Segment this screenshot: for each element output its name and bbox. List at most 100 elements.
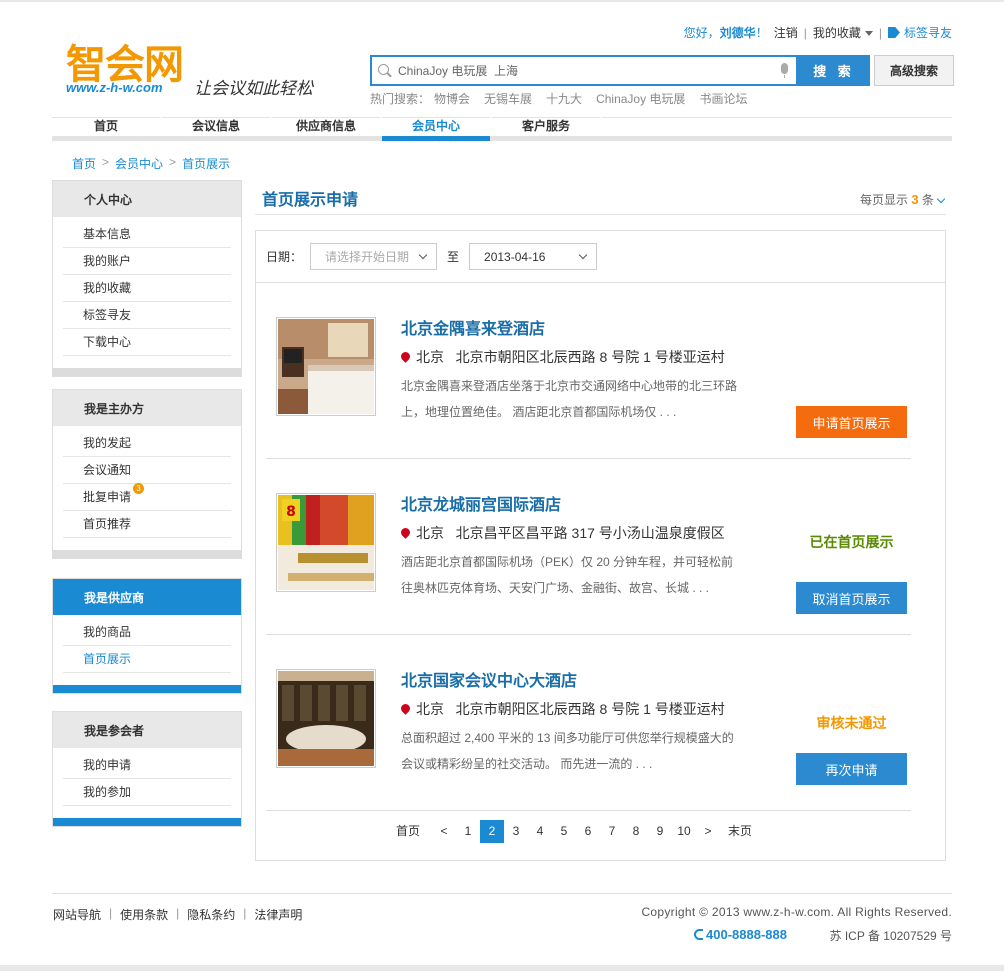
hotel-city: 北京: [416, 525, 444, 541]
cancel-home-display-button[interactable]: 取消首页展示: [796, 582, 907, 614]
search-button[interactable]: 搜 索: [798, 55, 870, 86]
sidebar-item-downloads[interactable]: 下载中心: [63, 329, 231, 356]
pager-page[interactable]: 7: [600, 820, 624, 843]
footer-divider: [52, 893, 952, 894]
footer-link-sitemap[interactable]: 网站导航: [53, 906, 101, 923]
pager-page[interactable]: 9: [648, 820, 672, 843]
application-panel: 日期： 请选择开始日期 至 2013-04-16 北京金隅喜来登酒店 北京 北京…: [255, 230, 946, 861]
pager-page[interactable]: 8: [624, 820, 648, 843]
site-logo[interactable]: 智会网 www.z-h-w.com 让会议如此轻松: [66, 30, 336, 100]
hotel-thumbnail[interactable]: 8: [276, 493, 376, 592]
sidebar-item-account[interactable]: 我的账户: [63, 248, 231, 275]
hotel-address: 北京 北京昌平区昌平路 317 号小汤山温泉度假区: [399, 523, 725, 543]
sidebar-section-footer: [53, 685, 241, 693]
per-page-label: 每页显示: [860, 193, 909, 207]
pager-prev[interactable]: <: [432, 820, 456, 843]
favorites-dropdown[interactable]: 我的收藏: [813, 24, 873, 41]
chevron-down-icon: [578, 250, 588, 259]
hotel-description: 总面积超过 2,400 平米的 13 间多功能厅可供您举行规模盛大的会议或精彩纷…: [401, 731, 734, 771]
divider: |: [878, 25, 882, 40]
sidebar-item-approval[interactable]: 批复申请 3: [63, 483, 231, 511]
start-date-picker[interactable]: 请选择开始日期: [310, 243, 438, 270]
mic-icon[interactable]: [781, 63, 788, 78]
nav-home[interactable]: 首页: [52, 117, 162, 136]
pager-first[interactable]: 首页: [396, 820, 420, 843]
hotline-number: 400-8888-888: [706, 927, 787, 942]
pagination: 首页 < 1 2 3 4 5 6 7 8 9 10 > 末页: [396, 820, 752, 843]
hotel-name[interactable]: 北京金隅喜来登酒店: [401, 315, 545, 339]
hotel-name[interactable]: 北京国家会议中心大酒店: [401, 667, 577, 691]
hot-search-link[interactable]: 无锡车展: [484, 90, 532, 107]
pager-page[interactable]: 4: [528, 820, 552, 843]
nav-member-center[interactable]: 会员中心: [382, 117, 492, 141]
sidebar-item-my-applications[interactable]: 我的申请: [63, 752, 231, 779]
main-nav: 首页 会议信息 供应商信息 会员中心 客户服务: [52, 117, 952, 141]
pager-page[interactable]: 1: [456, 820, 480, 843]
sidebar-item-tag-friends[interactable]: 标签寻友: [63, 302, 231, 329]
hotel-thumbnail[interactable]: [276, 317, 376, 416]
chevron-down-icon: [936, 194, 946, 204]
sidebar-section-supplier: 我是供应商 我的商品 首页展示: [52, 578, 242, 694]
pager-last[interactable]: 末页: [728, 820, 752, 843]
bottom-border: [0, 965, 1004, 971]
list-item: 北京金隅喜来登酒店 北京 北京市朝阳区北辰西路 8 号院 1 号楼亚运村 北京金…: [266, 283, 911, 459]
search-box: [370, 55, 798, 86]
hotel-description: 酒店距北京首都国际机场（PEK）仅 20 分钟车程，并可轻松前往奥林匹克体育场、…: [401, 555, 734, 595]
breadcrumb-home[interactable]: 首页: [72, 155, 96, 172]
reapply-button[interactable]: 再次申请: [796, 753, 907, 785]
footer-link-legal[interactable]: 法律声明: [254, 906, 302, 923]
breadcrumb-current[interactable]: 首页展示: [182, 155, 230, 172]
sidebar-item-home-display[interactable]: 首页展示: [63, 646, 231, 673]
sidebar-item-home-recommend[interactable]: 首页推荐: [63, 511, 231, 538]
greeting: 您好，刘德华！: [683, 26, 768, 40]
nav-suppliers[interactable]: 供应商信息: [272, 117, 382, 136]
hot-search-link[interactable]: ChinaJoy 电玩展: [596, 90, 685, 107]
sidebar-section-footer: [53, 550, 241, 558]
logout-link[interactable]: 注销: [774, 24, 798, 41]
divider: [255, 214, 946, 215]
pager-page[interactable]: 10: [672, 820, 696, 843]
sidebar-item-my-products[interactable]: 我的商品: [63, 619, 231, 646]
apply-home-display-button[interactable]: 申请首页展示: [796, 406, 907, 438]
hotline: 400-8888-888: [694, 927, 787, 942]
pager-page[interactable]: 5: [552, 820, 576, 843]
hotel-name[interactable]: 北京龙城丽宫国际酒店: [401, 491, 561, 515]
hot-search-link[interactable]: 书画论坛: [699, 90, 747, 107]
divider: |: [109, 906, 113, 920]
sidebar-section-title: 个人中心: [53, 181, 241, 217]
nav-meetings[interactable]: 会议信息: [162, 117, 272, 136]
pager-next[interactable]: >: [696, 820, 720, 843]
sidebar-item-my-participation[interactable]: 我的参加: [63, 779, 231, 806]
end-date-picker[interactable]: 2013-04-16: [469, 243, 598, 270]
logo-url: www.z-h-w.com: [66, 80, 163, 95]
footer-link-privacy[interactable]: 隐私条约: [187, 906, 235, 923]
pager-page[interactable]: 6: [576, 820, 600, 843]
username[interactable]: 刘德华: [720, 26, 756, 40]
hotel-room-image: [278, 319, 374, 414]
date-filter: 日期： 请选择开始日期 至 2013-04-16: [256, 231, 945, 283]
search-input[interactable]: [372, 57, 752, 84]
footer-link-terms[interactable]: 使用条款: [120, 906, 168, 923]
hot-search-link[interactable]: 十九大: [546, 90, 582, 107]
hot-search-link[interactable]: 物博会: [434, 90, 470, 107]
nav-customer-service[interactable]: 客户服务: [492, 117, 602, 136]
sidebar-item-meeting-notice[interactable]: 会议通知: [63, 457, 231, 484]
tag-friends-link[interactable]: 标签寻友: [887, 24, 952, 41]
sidebar-item-basic-info[interactable]: 基本信息: [63, 221, 231, 248]
search-icon: [378, 64, 389, 75]
breadcrumb-separator: >: [102, 155, 110, 169]
breadcrumb-member-center[interactable]: 会员中心: [115, 155, 163, 172]
per-page-value: 3: [911, 192, 919, 207]
per-page-selector[interactable]: 每页显示 3 条: [860, 191, 946, 208]
hotel-street: 北京昌平区昌平路 317 号小汤山温泉度假区: [455, 525, 725, 541]
advanced-search-button[interactable]: 高级搜索: [874, 55, 954, 86]
icp-license: 苏 ICP 备 10207529 号: [829, 929, 952, 943]
sidebar-item-my-initiated[interactable]: 我的发起: [63, 430, 231, 457]
pager-page[interactable]: 3: [504, 820, 528, 843]
hotel-thumbnail[interactable]: [276, 669, 376, 768]
hotel-street: 北京市朝阳区北辰西路 8 号院 1 号楼亚运村: [455, 349, 725, 365]
location-pin-icon: [399, 702, 412, 715]
pager-page-current[interactable]: 2: [480, 820, 505, 843]
hot-searches: 热门搜索： 物博会 无锡车展 十九大 ChinaJoy 电玩展 书画论坛: [370, 90, 747, 107]
sidebar-item-favorites[interactable]: 我的收藏: [63, 275, 231, 302]
